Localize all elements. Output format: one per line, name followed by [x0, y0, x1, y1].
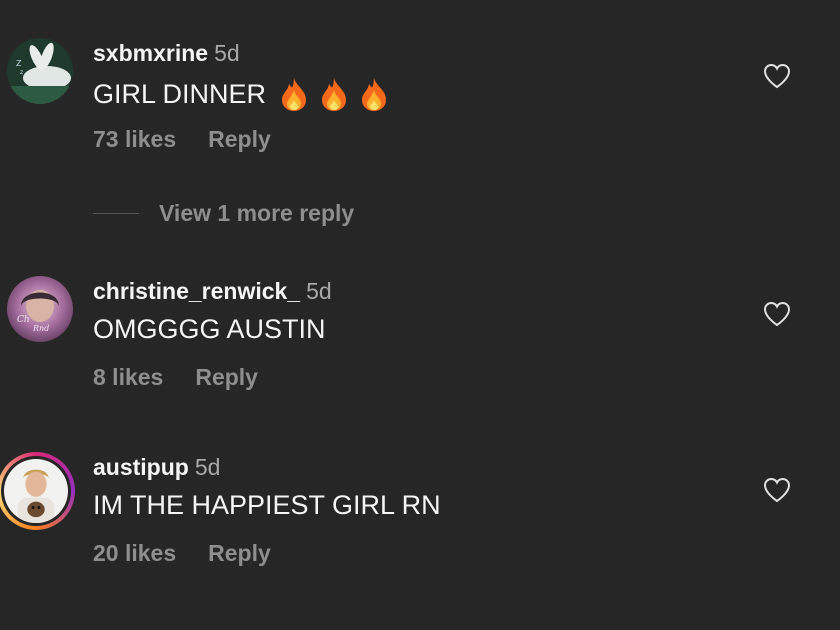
- svg-text:Z: Z: [16, 59, 22, 68]
- comment-text-content: OMGGGG AUSTIN: [93, 314, 326, 344]
- emoji-group: [278, 76, 390, 112]
- username-text[interactable]: sxbmxrine: [93, 40, 208, 66]
- reply-button[interactable]: Reply: [208, 540, 271, 566]
- avatar[interactable]: Ch Rnd: [7, 276, 73, 342]
- comment-text: OMGGGG AUSTIN: [93, 314, 326, 345]
- timestamp: 5d: [194, 454, 221, 480]
- svg-text:z: z: [20, 69, 23, 76]
- heart-icon: [763, 63, 791, 89]
- comment-text: IM THE HAPPIEST GIRL RN: [93, 490, 441, 521]
- divider-line: [93, 213, 139, 214]
- comment-meta: 8 likes Reply: [93, 364, 258, 391]
- comment-text-content: GIRL DINNER: [93, 78, 267, 109]
- comment-text-content: IM THE HAPPIEST GIRL RN: [93, 490, 441, 520]
- heart-icon: [763, 301, 791, 327]
- fire-emoji-icon: [362, 78, 387, 111]
- view-more-replies[interactable]: View 1 more reply: [93, 200, 354, 227]
- fire-emoji-icon: [322, 78, 347, 111]
- avatar[interactable]: Z z: [7, 38, 73, 104]
- likes-count[interactable]: 8 likes: [93, 364, 163, 390]
- avatar[interactable]: [0, 452, 75, 530]
- likes-count[interactable]: 20 likes: [93, 540, 176, 566]
- likes-count[interactable]: 73 likes: [93, 126, 176, 152]
- username-text[interactable]: christine_renwick_: [93, 278, 300, 304]
- heart-icon: [763, 477, 791, 503]
- timestamp: 5d: [214, 40, 240, 66]
- view-more-replies-label[interactable]: View 1 more reply: [159, 200, 354, 227]
- svg-text:Rnd: Rnd: [32, 324, 49, 333]
- like-button[interactable]: [763, 301, 791, 327]
- fire-emoji-icon: [282, 78, 307, 111]
- like-button[interactable]: [763, 63, 791, 89]
- username-text[interactable]: austipup: [93, 454, 189, 480]
- username[interactable]: sxbmxrine 5d: [93, 40, 240, 67]
- username[interactable]: christine_renwick_ 5d: [93, 278, 332, 305]
- reply-button[interactable]: Reply: [208, 126, 271, 152]
- comment-text: GIRL DINNER: [93, 76, 390, 112]
- like-button[interactable]: [763, 477, 791, 503]
- timestamp: 5d: [306, 278, 332, 304]
- comment-meta: 20 likes Reply: [93, 540, 271, 567]
- username[interactable]: austipup 5d: [93, 454, 220, 481]
- svg-text:Ch: Ch: [17, 315, 30, 325]
- avatar-inner: [1, 456, 71, 526]
- comment-meta: 73 likes Reply: [93, 126, 271, 153]
- reply-button[interactable]: Reply: [195, 364, 258, 390]
